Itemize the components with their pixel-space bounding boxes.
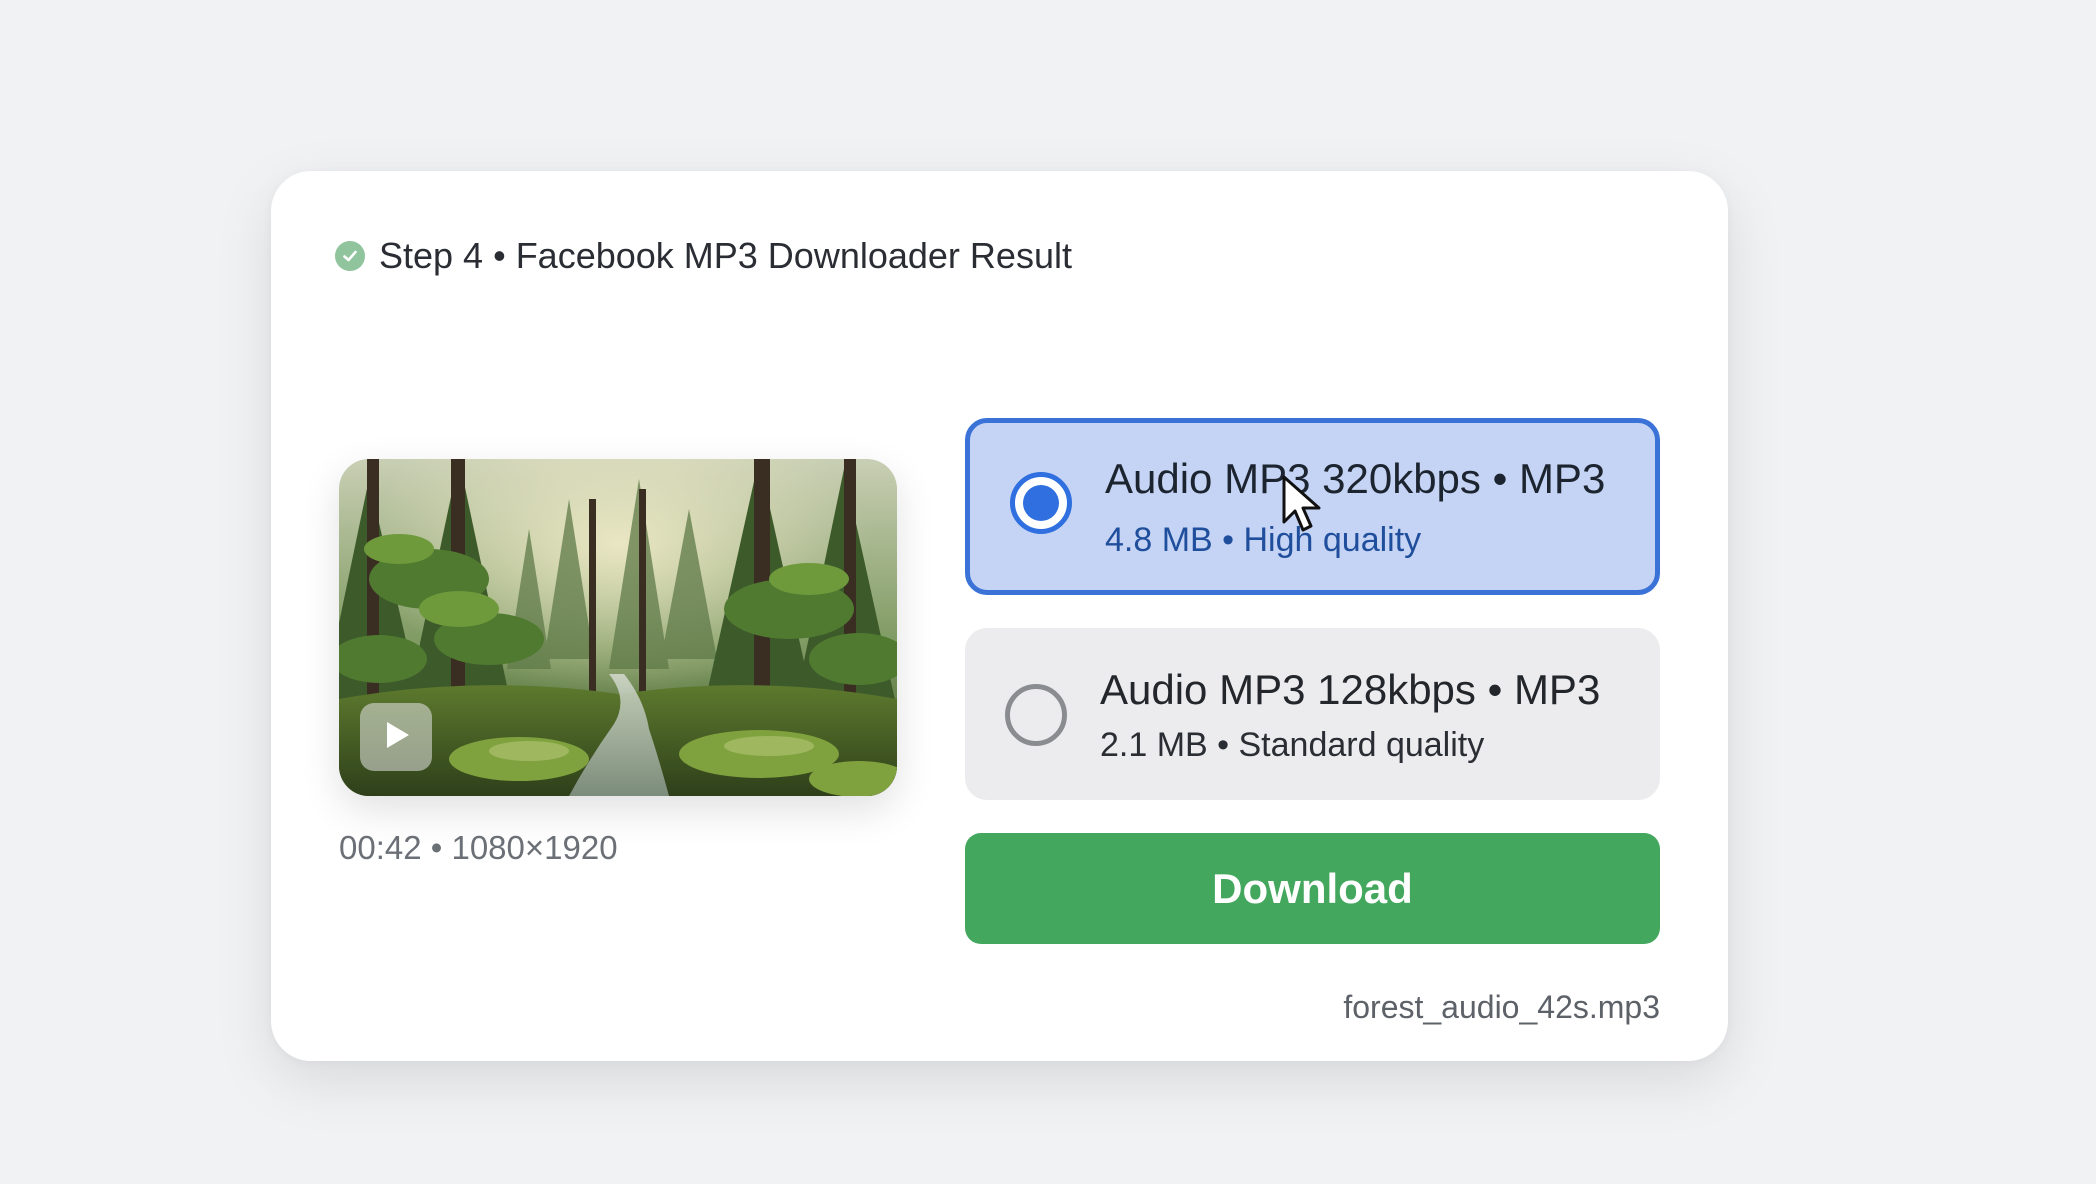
- radio-selected-icon[interactable]: [1010, 472, 1072, 534]
- option-subtitle: 2.1 MB • Standard quality: [1100, 726, 1485, 764]
- step-title: Step 4 • Facebook MP3 Downloader Result: [379, 235, 1072, 276]
- option-128kbps[interactable]: Audio MP3 128kbps • MP3 2.1 MB • Standar…: [965, 628, 1660, 800]
- output-filename: forest_audio_42s.mp3: [1343, 989, 1660, 1025]
- play-icon: [379, 718, 413, 757]
- option-320kbps[interactable]: Audio MP3 320kbps • MP3 4.8 MB • High qu…: [965, 418, 1660, 595]
- download-button[interactable]: Download: [965, 833, 1660, 944]
- play-button[interactable]: [360, 703, 432, 771]
- check-circle-icon: [335, 241, 365, 271]
- step-header: Step 4 • Facebook MP3 Downloader Result: [335, 235, 1072, 277]
- video-meta: 00:42 • 1080×1920: [339, 829, 618, 866]
- radio-unselected-icon[interactable]: [1005, 684, 1067, 746]
- option-subtitle: 4.8 MB • High quality: [1105, 521, 1422, 559]
- option-title: Audio MP3 128kbps • MP3: [1100, 666, 1601, 713]
- result-card: Step 4 • Facebook MP3 Downloader Result: [271, 171, 1728, 1061]
- video-thumbnail[interactable]: [339, 459, 897, 796]
- option-title: Audio MP3 320kbps • MP3: [1105, 455, 1606, 502]
